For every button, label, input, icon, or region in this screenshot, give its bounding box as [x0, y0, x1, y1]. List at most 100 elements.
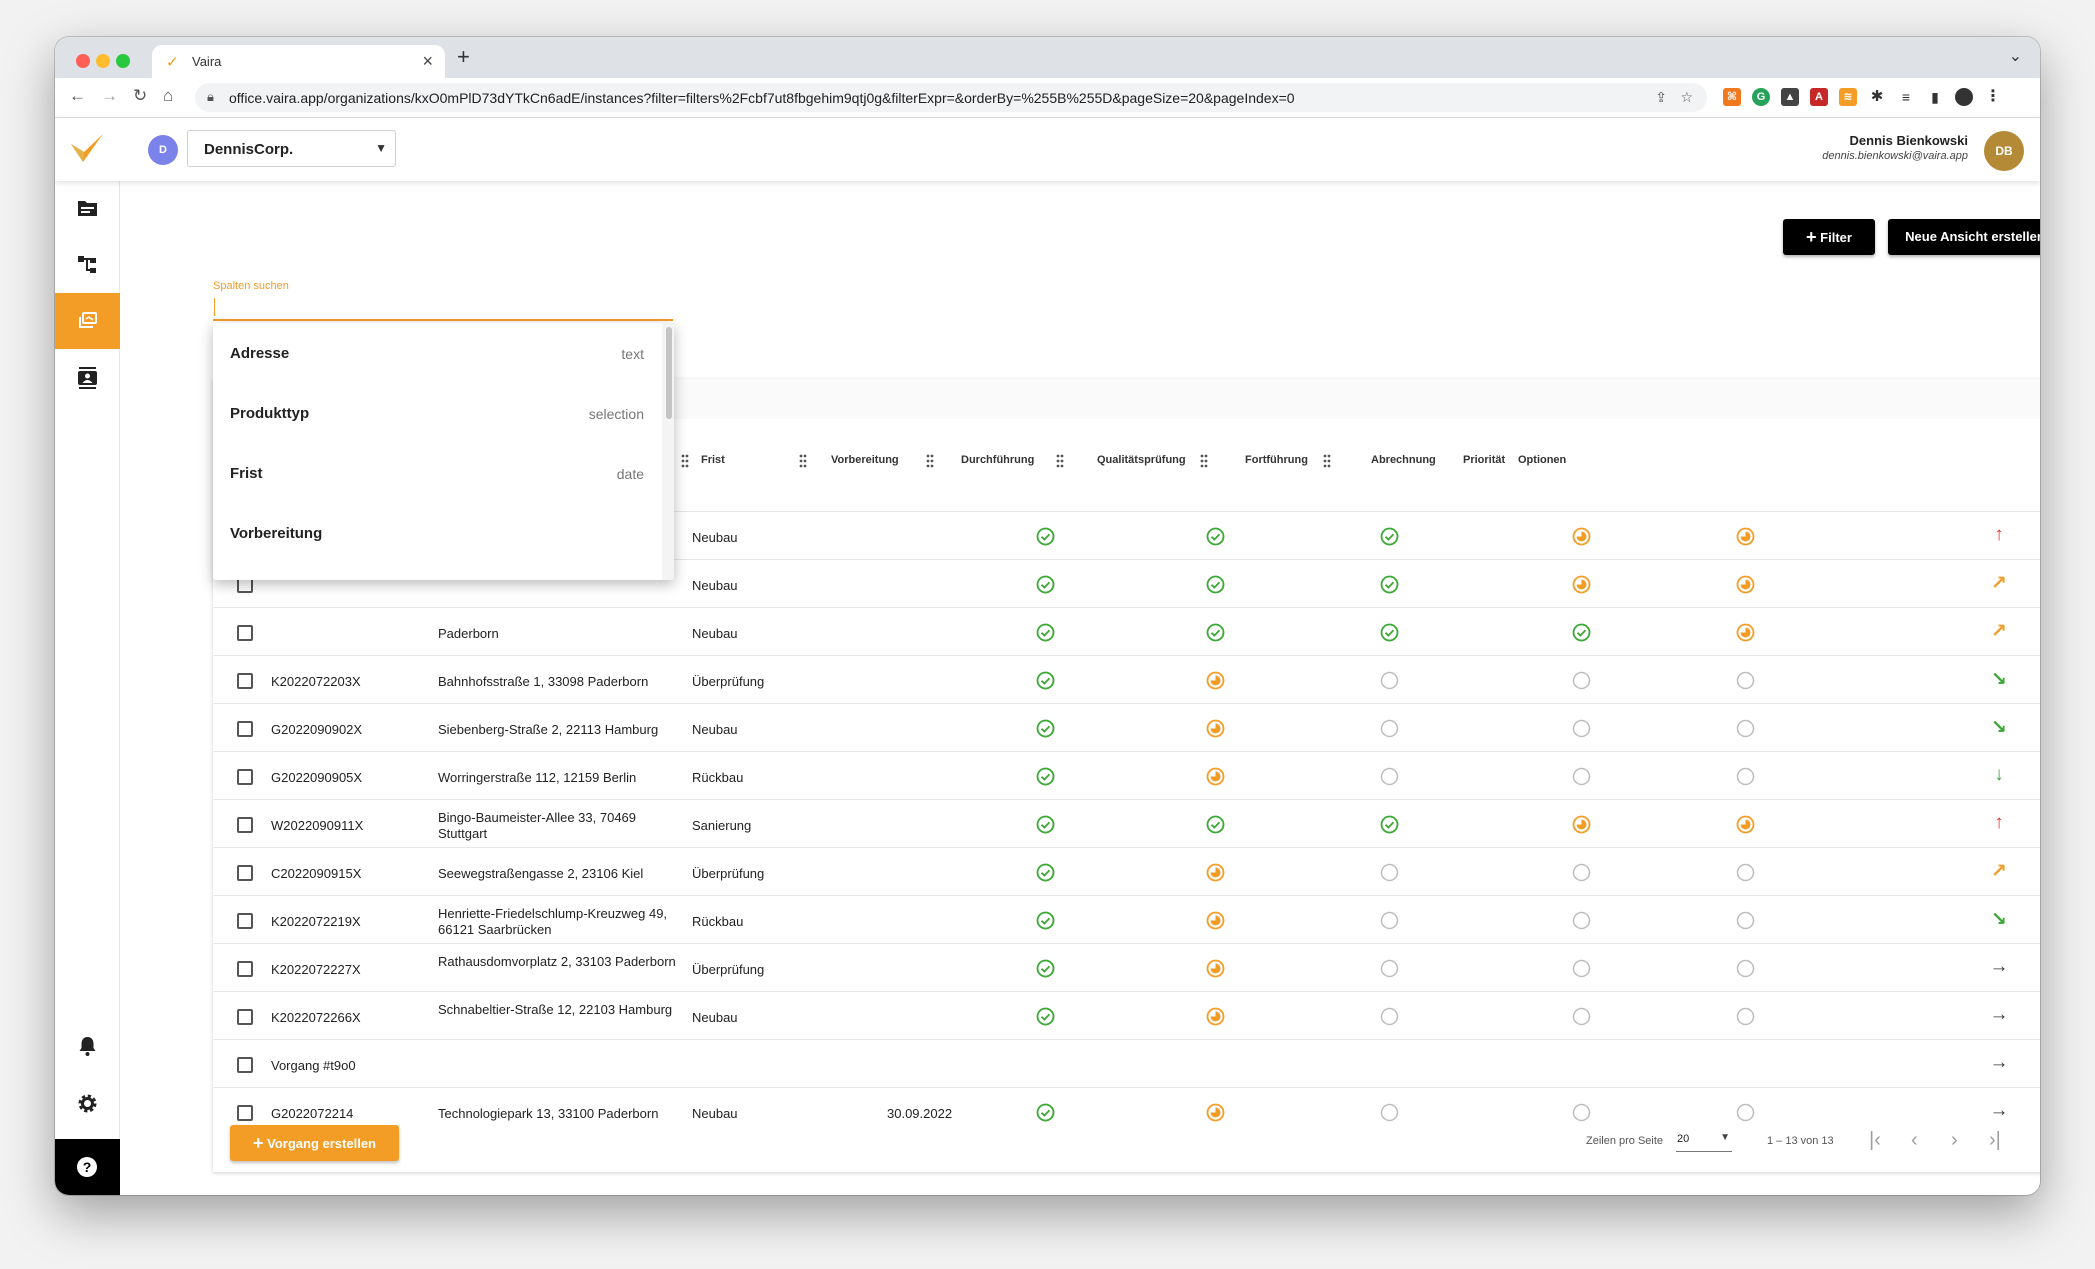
- new-view-button[interactable]: Neue Ansicht erstellen: [1888, 219, 2040, 255]
- reload-icon[interactable]: ↻: [133, 86, 147, 106]
- password-icon[interactable]: ▲: [1781, 88, 1799, 106]
- table-row[interactable]: K2022072203X Bahnhofsstraße 1, 33098 Pade…: [213, 655, 2040, 703]
- step-open-icon: [1380, 719, 1399, 738]
- next-page-icon[interactable]: ›: [1951, 1129, 1958, 1152]
- row-checkbox[interactable]: [237, 817, 253, 833]
- pdf-icon[interactable]: A: [1810, 88, 1828, 106]
- row-checkbox[interactable]: [237, 865, 253, 881]
- step-open-icon: [1380, 671, 1399, 690]
- home-icon[interactable]: ⌂: [163, 86, 173, 106]
- close-window-button[interactable]: [76, 54, 90, 68]
- drag-handle-icon[interactable]: [1056, 453, 1064, 469]
- sidebar-item-folders[interactable]: [55, 181, 120, 237]
- org-select[interactable]: DennisCorp. ▼: [187, 130, 396, 167]
- column-header[interactable]: Priorität: [1463, 454, 1505, 466]
- row-checkbox[interactable]: [237, 1057, 253, 1073]
- table-row[interactable]: W2022090911X Bingo-Baumeister-Allee 33, 7…: [213, 799, 2040, 847]
- table-row[interactable]: K2022072266X Schnabeltier-Straße 12, 2210…: [213, 991, 2040, 1039]
- dropdown-option[interactable]: Frist date: [213, 443, 662, 503]
- drag-handle-icon[interactable]: [799, 453, 807, 469]
- cell-id: C2022090915X: [271, 866, 362, 881]
- drag-handle-icon[interactable]: [1323, 453, 1331, 469]
- drag-handle-icon[interactable]: [1200, 453, 1208, 469]
- option-name: Vorbereitung: [230, 525, 323, 542]
- dropdown-option[interactable]: Vorbereitung: [213, 503, 662, 563]
- main-content: + Filter Neue Ansicht erstellen Spalten …: [120, 181, 2040, 1195]
- bookmark-star-icon[interactable]: ☆: [1680, 89, 1693, 106]
- priority-high-icon: ↗: [1991, 573, 2007, 594]
- priority-low-icon: ↘: [1991, 669, 2007, 690]
- extension-1-icon[interactable]: ⌘: [1723, 88, 1741, 106]
- column-header[interactable]: Qualitätsprüfung: [1097, 454, 1186, 466]
- row-checkbox[interactable]: [237, 625, 253, 641]
- row-checkbox[interactable]: [237, 721, 253, 737]
- row-checkbox[interactable]: [237, 961, 253, 977]
- sidebar-item-instances[interactable]: [55, 293, 120, 349]
- row-checkbox[interactable]: [237, 1009, 253, 1025]
- step-open-icon: [1736, 671, 1755, 690]
- row-checkbox[interactable]: [237, 913, 253, 929]
- column-header[interactable]: Optionen: [1518, 454, 1566, 466]
- minimize-window-button[interactable]: [96, 54, 110, 68]
- sidebar-item-contacts[interactable]: [55, 349, 120, 405]
- step-done-icon: [1036, 623, 1055, 642]
- cell-address: Rathausdomvorplatz 2, 33103 Paderborn: [438, 954, 676, 969]
- table-row[interactable]: K2022072219X Henriette-Friedelschlump-Kre…: [213, 895, 2040, 943]
- column-header[interactable]: Durchführung: [961, 454, 1034, 466]
- user-avatar[interactable]: DB: [1984, 131, 2024, 171]
- address-bar[interactable]: 🔒︎ office.vaira.app/organizations/kxO0mP…: [195, 83, 1707, 112]
- sidebar-item-processes[interactable]: [55, 237, 120, 293]
- column-header[interactable]: Fortführung: [1245, 454, 1308, 466]
- column-header[interactable]: Vorbereitung: [831, 454, 899, 466]
- cell-address: Schnabeltier-Straße 12, 22103 Hamburg: [438, 1002, 673, 1017]
- rss-icon[interactable]: ≋: [1839, 88, 1857, 106]
- row-checkbox[interactable]: [237, 673, 253, 689]
- reading-list-icon[interactable]: ≡: [1897, 88, 1915, 106]
- dropdown-option[interactable]: Adresse text: [213, 323, 662, 383]
- new-tab-icon[interactable]: +: [457, 44, 470, 70]
- create-process-button[interactable]: + Vorgang erstellen: [230, 1125, 399, 1161]
- drag-handle-icon[interactable]: [681, 453, 689, 469]
- browser-menu-icon[interactable]: ⋮: [1984, 88, 2002, 106]
- close-tab-icon[interactable]: ×: [422, 51, 433, 72]
- table-row[interactable]: G2022090902X Siebenberg-Straße 2, 22113 H…: [213, 703, 2040, 751]
- dropdown-scrollbar[interactable]: [666, 327, 672, 419]
- grammarly-icon[interactable]: G: [1752, 88, 1770, 106]
- side-panel-icon[interactable]: ▮: [1926, 88, 1944, 106]
- column-search-input[interactable]: [213, 296, 673, 321]
- drag-handle-icon[interactable]: [926, 453, 934, 469]
- share-icon[interactable]: ⇪: [1655, 89, 1667, 106]
- vaira-logo-icon[interactable]: [69, 132, 105, 166]
- dropdown-option[interactable]: Produkttyp selection: [213, 383, 662, 443]
- org-select-value: DennisCorp.: [204, 141, 294, 158]
- last-page-icon[interactable]: ›|: [1989, 1129, 2001, 1152]
- extensions-puzzle-icon[interactable]: ✱: [1868, 88, 1886, 106]
- table-row[interactable]: K2022072227X Rathausdomvorplatz 2, 33103 …: [213, 943, 2040, 991]
- folder-icon: [78, 201, 97, 216]
- filter-button[interactable]: + Filter: [1783, 219, 1875, 255]
- forward-icon[interactable]: →: [101, 86, 118, 106]
- option-type: text: [621, 346, 644, 362]
- cell-address: Bahnhofsstraße 1, 33098 Paderborn: [438, 674, 649, 689]
- first-page-icon[interactable]: |‹: [1869, 1129, 1881, 1152]
- row-checkbox[interactable]: [237, 769, 253, 785]
- option-type: selection: [588, 406, 644, 422]
- step-done-icon: [1036, 863, 1055, 882]
- vaira-favicon-icon: ✓: [166, 54, 179, 71]
- sidebar-item-notifications[interactable]: [55, 1017, 120, 1073]
- table-row[interactable]: C2022090915X Seewegstraßengasse 2, 23106 …: [213, 847, 2040, 895]
- profile-icon[interactable]: [1955, 88, 1973, 106]
- prev-page-icon[interactable]: ‹: [1911, 1129, 1918, 1152]
- table-row[interactable]: Vorgang #t9o0→⋮: [213, 1039, 2040, 1087]
- column-header[interactable]: Abrechnung: [1371, 454, 1436, 466]
- browser-tab[interactable]: ✓ Vaira ×: [152, 45, 445, 78]
- sidebar-item-settings[interactable]: [55, 1075, 120, 1131]
- column-header[interactable]: Frist: [701, 454, 725, 466]
- table-row[interactable]: PaderbornNeubau↗⋮: [213, 607, 2040, 655]
- table-row[interactable]: G2022090905X Worringerstraße 112, 12159 B…: [213, 751, 2040, 799]
- back-icon[interactable]: ←: [69, 86, 86, 106]
- tab-search-chevron-icon[interactable]: ⌄: [2009, 46, 2022, 66]
- maximize-window-button[interactable]: [116, 54, 130, 68]
- sidebar-item-help[interactable]: ?: [55, 1139, 120, 1195]
- rows-per-page-select[interactable]: 20 ▼: [1676, 1128, 1732, 1152]
